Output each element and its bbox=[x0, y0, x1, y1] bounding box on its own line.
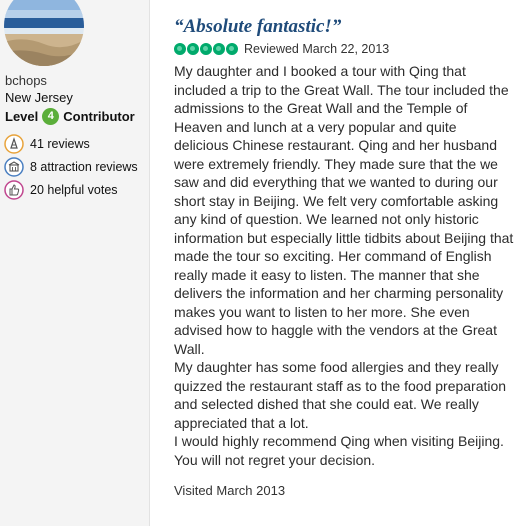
pen-icon bbox=[4, 134, 24, 154]
reviewer-sidebar: bchops New Jersey Level 4 Contributor 41… bbox=[0, 0, 150, 526]
rating-bubble-icon bbox=[213, 43, 225, 55]
thumbs-up-icon bbox=[4, 180, 24, 200]
attraction-icon bbox=[4, 157, 24, 177]
review-paragraph: I would highly recommend Qing when visit… bbox=[174, 433, 504, 468]
reviewer-location: New Jersey bbox=[5, 90, 73, 105]
visited-date: Visited March 2013 bbox=[174, 483, 286, 498]
review-paragraph: My daughter and I booked a tour with Qin… bbox=[174, 63, 514, 357]
contributor-level: Level 4 Contributor bbox=[5, 108, 135, 125]
rating-bubble-icon bbox=[187, 43, 199, 55]
stat-reviews-text: 41 reviews bbox=[30, 137, 90, 151]
stat-helpful-votes: 20 helpful votes bbox=[4, 180, 118, 200]
review-card: “Absolute fantastic!” Reviewed March 22,… bbox=[174, 16, 514, 498]
stat-attraction-reviews-text: 8 attraction reviews bbox=[30, 160, 138, 174]
rating-bubble-icon bbox=[226, 43, 238, 55]
review-paragraph: My daughter has some food allergies and … bbox=[174, 359, 507, 431]
level-badge: 4 bbox=[42, 108, 60, 125]
bubble-rating bbox=[174, 43, 238, 55]
review-title[interactable]: “Absolute fantastic!” bbox=[174, 16, 514, 38]
stat-helpful-votes-text: 20 helpful votes bbox=[30, 183, 118, 197]
avatar-beach-image bbox=[4, 0, 84, 66]
stat-attraction-reviews: 8 attraction reviews bbox=[4, 157, 138, 177]
rating-bubble-icon bbox=[200, 43, 212, 55]
avatar[interactable] bbox=[4, 0, 84, 66]
reviewed-date: Reviewed March 22, 2013 bbox=[244, 42, 390, 56]
rating-bubble-icon bbox=[174, 43, 186, 55]
level-title: Contributor bbox=[63, 109, 135, 124]
stat-reviews: 41 reviews bbox=[4, 134, 90, 154]
reviewer-username[interactable]: bchops bbox=[5, 73, 47, 88]
rating-row: Reviewed March 22, 2013 bbox=[174, 42, 514, 56]
level-word: Level bbox=[5, 109, 39, 124]
review-body: My daughter and I booked a tour with Qin… bbox=[174, 62, 514, 469]
